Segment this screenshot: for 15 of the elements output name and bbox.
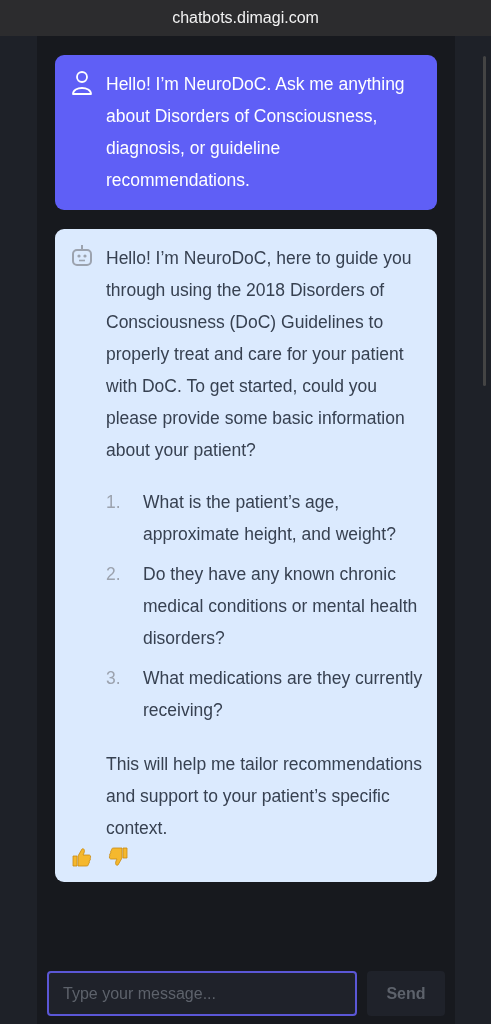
message-text: Hello! I’m NeuroDoC. Ask me anything about Disorders of Consciousness, diagnosis, or guideline recommendations. <box>106 73 406 192</box>
message-text: Hello! I’m NeuroDoC, here to guide you through using the 2018 Disorders of Consciousness (DoC) Guidelines to properly treat and care for your patient with DoC. To get started, could you please provide some basic information about your patient? <box>106 247 413 462</box>
list-number: 1. <box>106 491 122 514</box>
list-item-text: Do they have any known chronic medical conditions or mental health disorders? <box>143 563 419 650</box>
robot-icon <box>71 244 93 268</box>
list-item-text: What is the patient’s age, approximate height, and weight? <box>143 491 397 546</box>
list-number: 3. <box>106 667 122 690</box>
list-item-text: What medications are they currently receiving? <box>143 667 423 722</box>
user-icon <box>71 70 93 96</box>
message-text: This will help me tailor recommendations and support to your patient’s specific context. <box>106 753 423 840</box>
list-number: 2. <box>106 563 122 586</box>
thumbs-up-icon[interactable] <box>71 846 93 868</box>
message-input[interactable]: Type your message... <box>47 971 357 1016</box>
address-text: chatbots.dimagi.com <box>172 9 319 27</box>
thumbs-down-icon[interactable] <box>107 846 129 868</box>
